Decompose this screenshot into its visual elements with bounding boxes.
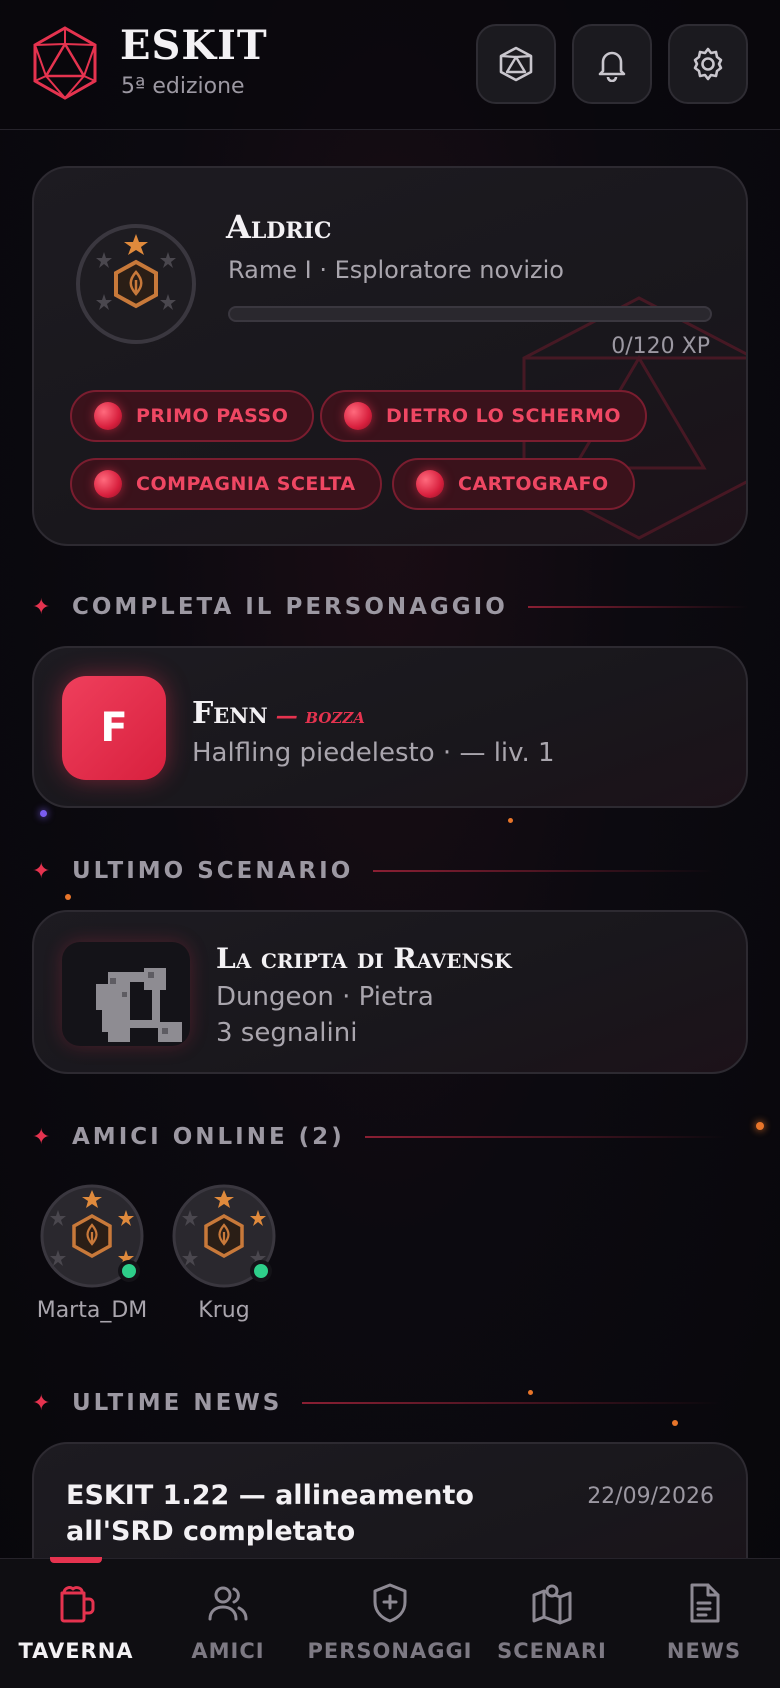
player-name: Aldric [226,208,332,246]
dice-icon [499,46,533,82]
ember-particle [65,894,71,900]
badge-gem-icon [416,470,444,498]
section-header-friends: ✦ AMICI ONLINE (2) [32,1122,725,1152]
player-rank: Rame I · Esploratore novizio [228,256,564,284]
news-title: ESKIT 1.22 — allineamento all'SRD comple… [66,1480,474,1547]
ember-particle [40,810,47,817]
dice-button[interactable] [476,24,556,104]
friend-item[interactable]: Marta_DM [32,1184,152,1323]
badge-gem-icon [94,470,122,498]
section-divider [364,1136,725,1138]
scenario-map-thumbnail [62,942,190,1046]
friend-avatar [172,1184,276,1288]
badge-chip[interactable]: COMPAGNIA SCELTA [70,458,382,510]
badge-label: CARTOGRAFO [458,473,609,495]
scenario-title: La cripta di Ravensk [216,942,512,975]
badge-chip[interactable]: DIETRO LO SCHERMO [320,390,648,442]
section-title: ULTIMO SCENARIO [72,858,354,884]
friend-name: Krug [198,1298,250,1323]
section-header-scenario: ✦ ULTIMO SCENARIO [32,856,714,886]
ember-particle [508,818,513,823]
gear-icon [693,47,723,81]
profile-card[interactable]: Aldric Rame I · Esploratore novizio 0/12… [32,166,748,546]
online-status-dot [250,1260,272,1282]
badge-label: COMPAGNIA SCELTA [136,473,356,495]
users-icon [208,1586,248,1621]
notifications-button[interactable] [572,24,652,104]
section-divider [302,1402,723,1404]
nav-label: PERSONAGGI [307,1639,473,1663]
ember-particle [672,1420,678,1426]
section-divider [373,870,714,872]
friend-item[interactable]: Krug [164,1184,284,1323]
nav-tab-amici[interactable]: AMICI [152,1559,304,1688]
bottom-navigation: TAVERNA AMICI PERSONAGGI SCENARI NEWS [0,1557,780,1688]
xp-text: 0/120 XP [611,334,710,359]
scenario-subtitle: Dungeon · Pietra [216,982,434,1012]
badge-chip[interactable]: CARTOGRAFO [392,458,635,510]
section-title: COMPLETA IL PERSONAGGIO [72,594,508,620]
badge-gem-icon [94,402,122,430]
bell-icon [598,51,626,82]
online-status-dot [118,1260,140,1282]
d20-logo-icon [33,26,97,100]
scenario-card[interactable]: La cripta di Ravensk Dungeon · Pietra 3 … [32,910,748,1074]
badge-label: PRIMO PASSO [136,405,289,427]
rank-emblem-icon [76,224,196,344]
section-divider [527,606,748,608]
shield-plus-icon [373,1583,407,1623]
mug-icon [60,1586,95,1623]
active-tab-indicator [50,1557,102,1563]
sparkle-icon: ✦ [32,858,51,884]
nav-tab-news[interactable]: NEWS [628,1559,780,1688]
document-icon [690,1583,720,1623]
settings-button[interactable] [668,24,748,104]
nav-label: SCENARI [497,1639,607,1663]
map-icon [532,1584,572,1625]
friend-avatar [40,1184,144,1288]
nav-tab-taverna[interactable]: TAVERNA [0,1557,152,1688]
sparkle-icon: ✦ [32,594,51,620]
draft-status: — bozza [275,703,365,729]
edition-label: 5ª edizione [121,74,245,99]
character-card[interactable]: F Fenn — bozza Halfling piedelesto · — li… [32,646,748,808]
character-name-text: Fenn [192,696,268,731]
character-subtitle: Halfling piedelesto · — liv. 1 [192,738,555,768]
friend-name: Marta_DM [36,1298,148,1323]
dungeon-map-icon [96,968,182,1042]
ember-particle [756,1122,764,1130]
xp-progress-bar [228,306,712,322]
app-title: ESKIT [120,22,268,69]
section-header-news: ✦ ULTIME NEWS [32,1388,723,1418]
badge-gem-icon [344,402,372,430]
app-header: ESKIT 5ª edizione [0,0,780,130]
news-date: 22/09/2026 [587,1484,714,1509]
section-title: AMICI ONLINE (2) [72,1124,345,1150]
badge-label: DIETRO LO SCHERMO [386,405,622,427]
scenario-markers: 3 segnalini [216,1018,358,1048]
section-title: ULTIME NEWS [72,1390,283,1416]
sparkle-icon: ✦ [32,1124,51,1150]
nav-tab-scenari[interactable]: SCENARI [476,1559,628,1688]
badge-chip[interactable]: PRIMO PASSO [70,390,315,442]
character-avatar: F [62,676,166,780]
nav-label: NEWS [666,1639,742,1663]
section-header-character: ✦ COMPLETA IL PERSONAGGIO [32,592,748,622]
nav-label: TAVERNA [18,1639,134,1663]
character-name: Fenn — bozza [192,696,365,731]
nav-tab-personaggi[interactable]: PERSONAGGI [304,1559,476,1688]
sparkle-icon: ✦ [32,1390,51,1416]
nav-label: AMICI [191,1639,265,1663]
